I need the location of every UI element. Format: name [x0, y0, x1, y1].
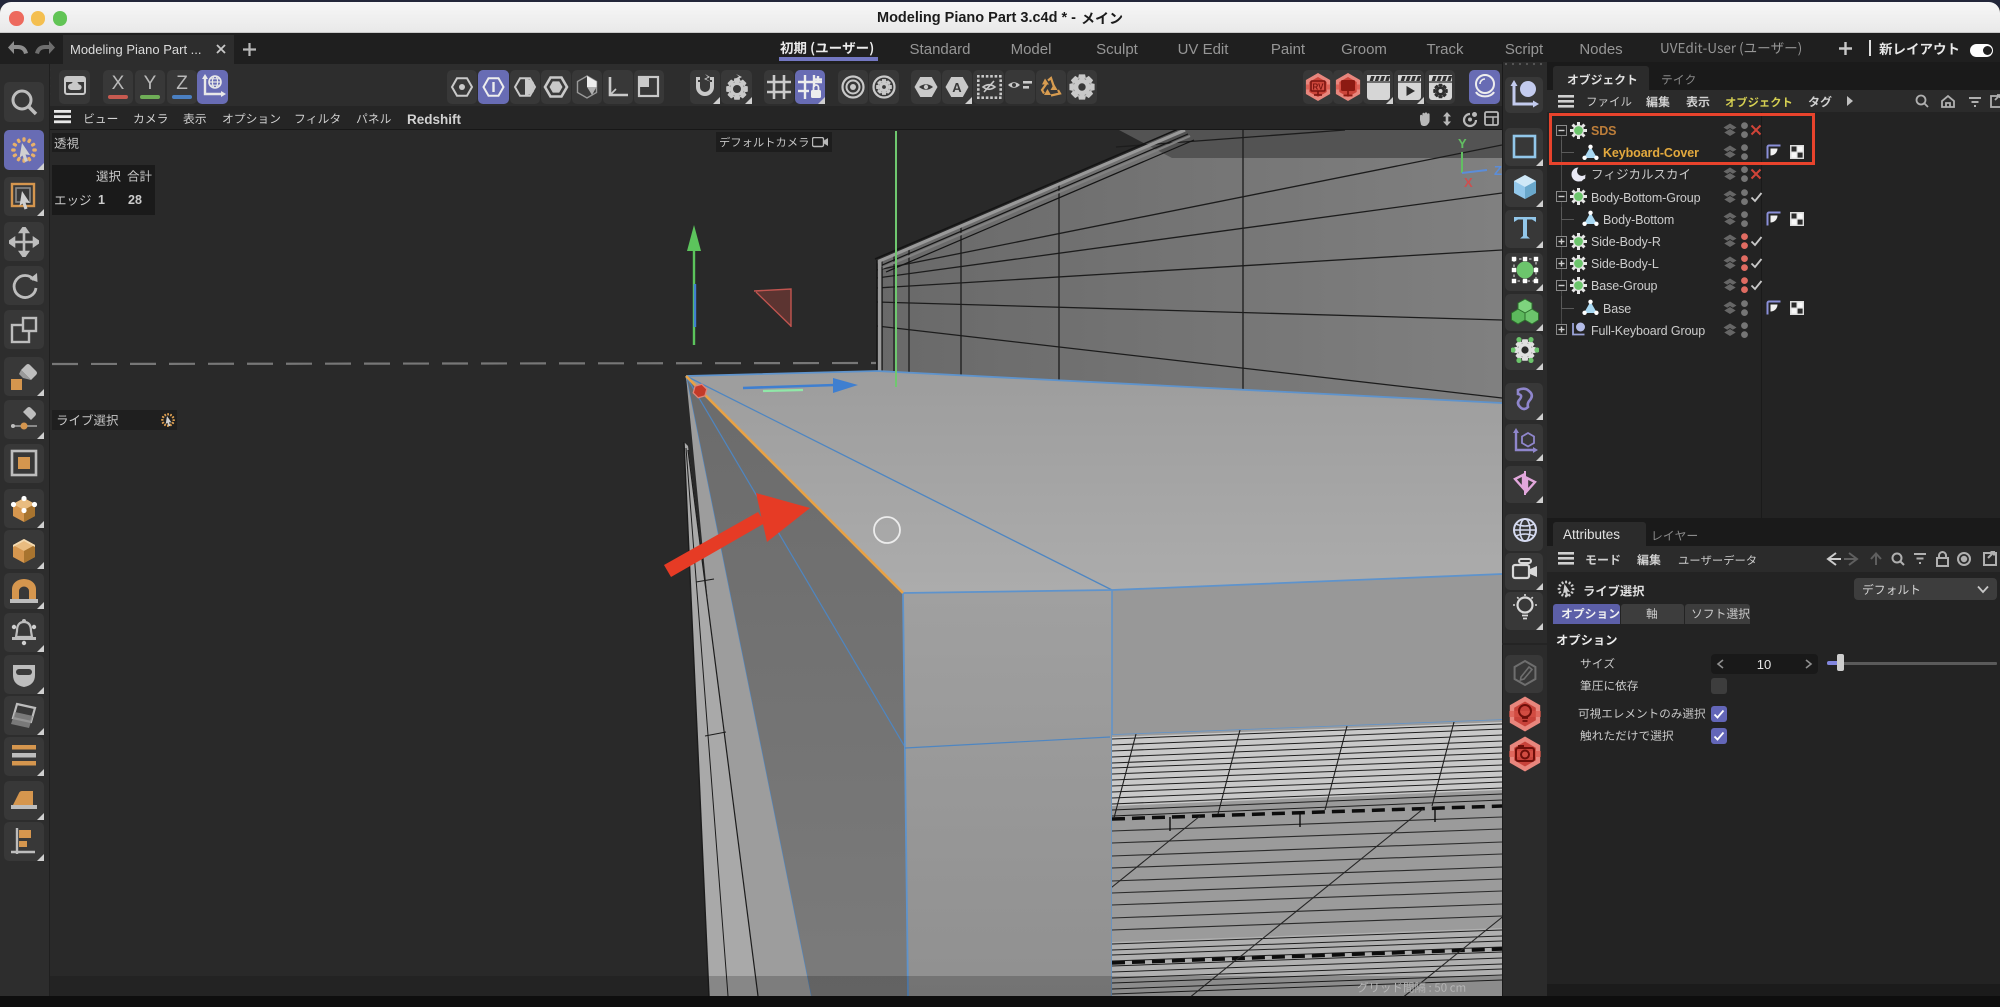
svg-text:A: A	[952, 80, 962, 95]
svg-text:RV: RV	[1313, 83, 1325, 92]
svg-text:Z: Z	[1494, 163, 1502, 178]
svg-text:Y: Y	[1458, 136, 1467, 151]
svg-text:X: X	[1464, 175, 1473, 190]
